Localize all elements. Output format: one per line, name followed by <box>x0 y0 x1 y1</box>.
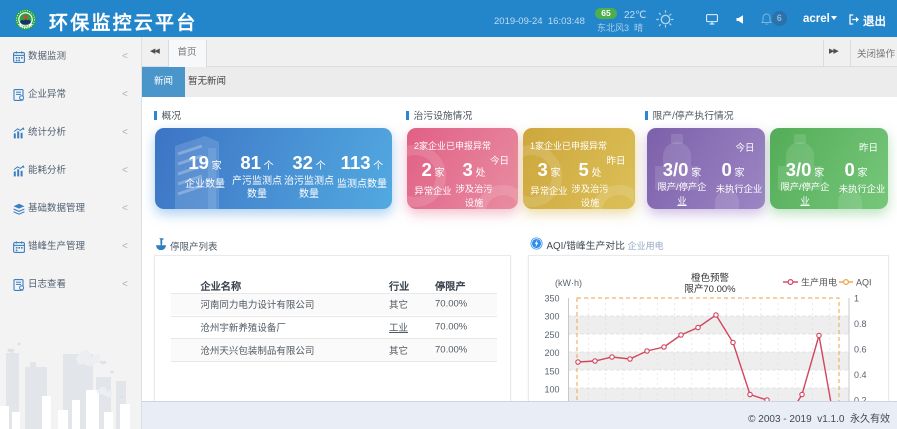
svg-text:AQI: AQI <box>856 278 872 288</box>
svg-text:1: 1 <box>854 294 859 304</box>
svg-text:橙色预警: 橙色预警 <box>691 272 730 284</box>
svg-text:150: 150 <box>544 367 559 377</box>
svg-text:300: 300 <box>544 312 559 322</box>
svg-text:250: 250 <box>544 330 559 340</box>
svg-text:0.4: 0.4 <box>854 370 867 380</box>
svg-text:200: 200 <box>544 348 559 358</box>
svg-text:0.8: 0.8 <box>854 319 867 329</box>
svg-text:350: 350 <box>544 294 559 304</box>
svg-text:限产70.00%: 限产70.00% <box>684 283 736 295</box>
svg-text:(kW·h): (kW·h) <box>555 278 582 288</box>
svg-text:生产用电: 生产用电 <box>801 277 837 288</box>
svg-text:0.6: 0.6 <box>854 345 867 355</box>
svg-text:100: 100 <box>544 385 559 395</box>
